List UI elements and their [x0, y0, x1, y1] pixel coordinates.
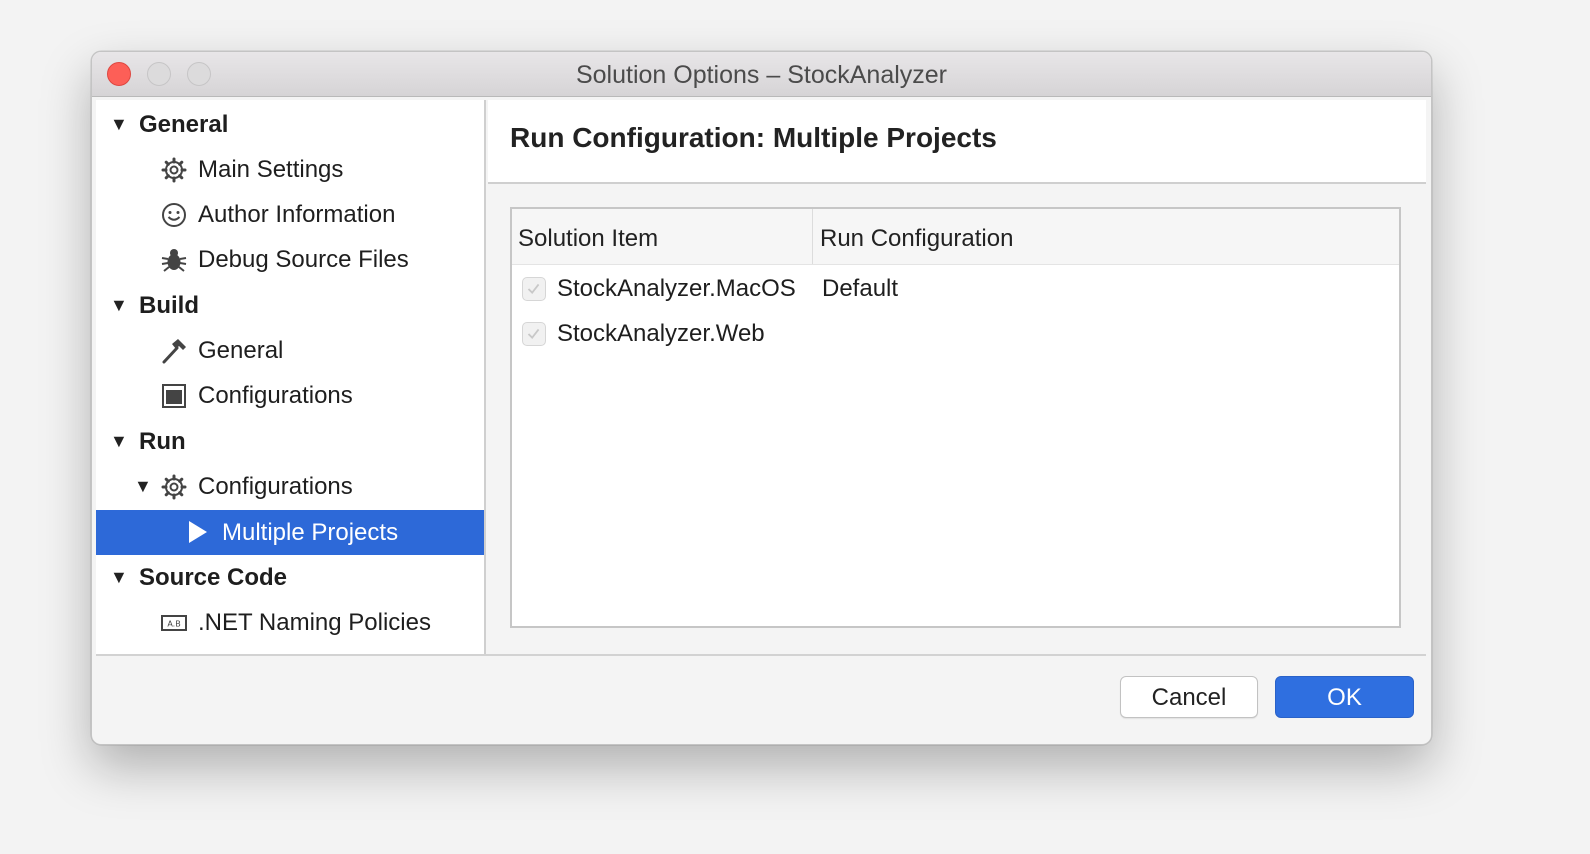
disclosure-down-icon[interactable]: ▼ — [110, 295, 128, 315]
tree-section-label: Run — [139, 428, 186, 455]
tree-item-run-configurations[interactable]: ▼ Configurations — [96, 464, 484, 509]
title-bar: Solution Options – StockAnalyzer — [92, 52, 1431, 97]
hammer-icon — [162, 339, 186, 364]
footer-divider — [96, 654, 1426, 656]
table-row[interactable]: StockAnalyzer.MacOS Default — [512, 266, 1399, 311]
tree-item-main-settings[interactable]: Main Settings — [96, 147, 484, 192]
tree-item-label: Author Information — [198, 201, 396, 228]
naming-policy-icon: A.B — [161, 615, 187, 631]
table-header: Solution Item Run Configuration — [512, 209, 1399, 265]
bug-icon — [161, 249, 187, 272]
window-title: Solution Options – StockAnalyzer — [575, 61, 948, 89]
tree-item-label: Debug Source Files — [198, 246, 409, 273]
row-checkbox[interactable] — [522, 277, 546, 301]
gear-icon — [161, 474, 187, 500]
tree-item-debug-source-files[interactable]: Debug Source Files — [96, 237, 484, 282]
checkmark-icon — [527, 283, 540, 295]
tree-item-label: Main Settings — [198, 156, 344, 183]
tree-section-source-code[interactable]: ▼ Source Code — [96, 555, 484, 600]
smiley-icon — [162, 203, 186, 227]
tree-item-author-information[interactable]: Author Information — [96, 192, 484, 237]
content-header: Run Configuration: Multiple Projects — [488, 100, 1426, 184]
tree-item-label: .NET Naming Policies — [198, 609, 431, 636]
tree-section-general[interactable]: ▼ General — [96, 102, 484, 147]
tree-section-label: Build — [139, 292, 199, 319]
run-configuration-value[interactable]: Default — [822, 275, 898, 303]
disclosure-down-icon[interactable]: ▼ — [134, 476, 152, 496]
tree-section-run[interactable]: ▼ Run — [96, 419, 484, 464]
solution-item-name: StockAnalyzer.MacOS — [557, 275, 796, 302]
svg-text:A.B: A.B — [167, 620, 180, 629]
column-separator[interactable] — [812, 209, 813, 264]
table-row[interactable]: StockAnalyzer.Web — [512, 311, 1399, 356]
tree-item-label: Configurations — [198, 473, 353, 500]
play-icon — [189, 521, 207, 543]
column-header-solution-item[interactable]: Solution Item — [518, 225, 658, 253]
cancel-button[interactable]: Cancel — [1120, 676, 1258, 718]
solution-options-window: Solution Options – StockAnalyzer ▼ Gener… — [91, 51, 1432, 745]
tree-item-build-general[interactable]: General — [96, 328, 484, 373]
tree-item-build-configurations[interactable]: Configurations — [96, 373, 484, 418]
solution-item-name: StockAnalyzer.Web — [557, 320, 765, 347]
run-configuration-table: Solution Item Run Configuration StockAna… — [510, 207, 1401, 628]
tree-item-multiple-projects[interactable]: Multiple Projects — [96, 510, 484, 555]
disclosure-down-icon[interactable]: ▼ — [110, 567, 128, 587]
tree-item-naming-policies[interactable]: A.B .NET Naming Policies — [96, 600, 484, 645]
tree-item-label: Multiple Projects — [222, 519, 399, 546]
checkmark-icon — [527, 328, 540, 340]
tree-section-label: Source Code — [139, 564, 288, 591]
gear-icon — [161, 157, 187, 183]
tree-section-label: General — [139, 111, 229, 138]
configurations-icon — [162, 384, 186, 408]
tree-section-build[interactable]: ▼ Build — [96, 283, 484, 328]
tree-item-label: Configurations — [198, 382, 353, 409]
page-title: Run Configuration: Multiple Projects — [510, 122, 997, 153]
ok-button[interactable]: OK — [1275, 676, 1414, 718]
disclosure-down-icon[interactable]: ▼ — [110, 114, 128, 134]
options-sidebar: ▼ General Main Settings Author Informati… — [96, 100, 486, 656]
disclosure-down-icon[interactable]: ▼ — [110, 431, 128, 451]
tree-item-label: General — [198, 337, 284, 364]
row-checkbox[interactable] — [522, 322, 546, 346]
column-header-run-configuration[interactable]: Run Configuration — [820, 225, 1013, 253]
